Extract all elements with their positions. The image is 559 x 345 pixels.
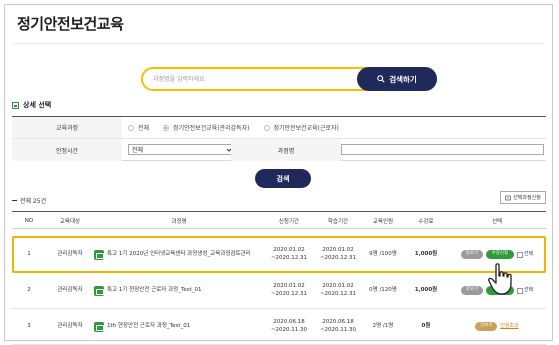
row-no: 2 <box>27 286 31 293</box>
row-fee: 1,000원 <box>414 286 438 293</box>
query-button[interactable]: 검색 <box>255 169 311 188</box>
section-heading-label: 상세 선택 <box>23 101 52 109</box>
total-count: 전체 25건 <box>12 196 46 205</box>
over-capacity-label: 인원초과 <box>500 323 519 330</box>
search-icon <box>377 75 385 83</box>
radio-worker[interactable]: 정기안전보건교육(근로자) <box>263 123 339 132</box>
search-bar: 검색하기 <box>141 67 437 91</box>
search-button[interactable]: 검색하기 <box>357 67 437 91</box>
filter-row-course: 교육과정 전체 정기안전보건교육(관리감독자) 정기안전보건교육(근로자) <box>12 117 546 139</box>
search-input[interactable] <box>153 72 353 86</box>
apply-selected-button[interactable]: 선택과정신청 <box>500 191 546 204</box>
course-name-input[interactable] <box>341 144 544 155</box>
header-apply-period: 신청기간 <box>278 218 300 225</box>
course-icon <box>94 285 104 296</box>
select-label: 선택 <box>523 287 534 294</box>
row-course: 특고 1기 현장안전 근로자 과정_Test_01 <box>94 273 264 308</box>
section-icon <box>12 101 19 109</box>
table-row: 2 관리감독자 특고 1기 현장안전 근로자 과정_Test_01 2020.0… <box>12 273 546 309</box>
row-target: 관리감독자 <box>57 322 83 329</box>
section-heading: 상세 선택 <box>12 100 51 110</box>
page-title: 정기안전보건교육 <box>17 15 124 33</box>
row-people: 2명 /1명 <box>372 322 394 329</box>
hand-pointer-icon <box>488 263 512 295</box>
search-button-label: 검색하기 <box>389 74 417 84</box>
radio-label: 정기안전보건교육(관리감독자) <box>173 125 250 132</box>
select-checkbox[interactable]: 선택 <box>517 287 533 294</box>
header-course: 과정명 <box>171 218 187 225</box>
row-fee: 0원 <box>421 322 431 329</box>
row-course-title[interactable]: 1th 현장안전 근로자 과정_Test_01 <box>107 323 190 330</box>
radio-dot <box>263 124 270 131</box>
row-apply-period: 2020.01.02 ~2020.12.31 <box>270 283 308 297</box>
row-no: 3 <box>27 322 31 329</box>
radio-all[interactable]: 전체 <box>128 123 149 132</box>
row-target: 관리감독자 <box>57 286 83 293</box>
row-highlight-box <box>12 236 546 273</box>
header-study-period: 학습기간 <box>327 218 349 225</box>
header-select: 선택 <box>491 218 503 225</box>
course-icon <box>94 321 104 332</box>
filter-label-course-name: 과정명 <box>231 139 341 161</box>
apply-cart-icon <box>505 195 512 200</box>
row-course: 1th 현장안전 근로자 과정_Test_01 <box>94 309 264 344</box>
row-people: 0명 /120명 <box>369 286 397 293</box>
filter-row-hours: 인정시간 전체 과정명 <box>12 139 546 161</box>
radio-label: 정기안전보건교육(근로자) <box>273 125 339 132</box>
table-row: 3 관리감독자 1th 현장안전 근로자 과정_Test_01 2020.06.… <box>12 309 546 345</box>
table-header: NO 교육대상 과정명 신청기간 학습기간 교육인원 수강료 선택 <box>12 211 546 229</box>
checkbox-icon <box>517 287 523 294</box>
filter-panel: 교육과정 전체 정기안전보건교육(관리감독자) 정기안전보건교육(근로자) 인정… <box>12 116 546 161</box>
filter-label-course: 교육과정 <box>12 117 122 138</box>
apply-selected-label: 선택과정신청 <box>513 195 541 201</box>
row-apply-period: 2020.06.18 ~2020.11.30 <box>270 319 308 333</box>
radio-dot <box>128 124 134 131</box>
hours-select-value: 전체 <box>132 147 144 154</box>
preview-button[interactable]: 맛보기 <box>475 322 498 331</box>
header-fee: 수강료 <box>418 218 434 225</box>
total-count-label: 전체 25건 <box>20 198 47 205</box>
radio-label: 전체 <box>138 125 150 132</box>
hours-select[interactable]: 전체 <box>128 144 236 155</box>
radio-dot-selected <box>163 124 170 131</box>
row-study-period: 2020.01.02 ~2020.12.31 <box>319 283 357 297</box>
preview-button[interactable]: 맛보기 <box>460 286 483 295</box>
header-people: 교육인원 <box>372 218 394 225</box>
radio-manager[interactable]: 정기안전보건교육(관리감독자) <box>163 123 250 132</box>
row-study-period: 2020.06.18 ~2020.11.30 <box>319 319 357 333</box>
course-radio-group: 전체 정기안전보건교육(관리감독자) 정기안전보건교육(근로자) <box>128 117 339 138</box>
header-target: 교육대상 <box>59 218 81 225</box>
row-actions: 맛보기 인원초과 <box>448 309 546 344</box>
total-dash <box>12 200 17 201</box>
filter-label-hours: 인정시간 <box>12 139 122 161</box>
row-course-title[interactable]: 특고 1기 현장안전 근로자 과정_Test_01 <box>107 287 202 294</box>
header-no: NO <box>24 217 34 224</box>
title-divider <box>13 43 544 44</box>
